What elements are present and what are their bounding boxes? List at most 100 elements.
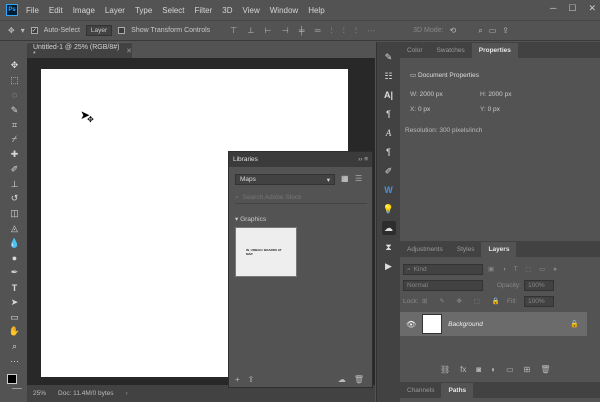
- lasso-tool-icon[interactable]: ◌: [8, 90, 22, 102]
- marquee-tool-icon[interactable]: ⬚: [8, 75, 22, 87]
- adjust-sliders-icon[interactable]: ☷: [382, 69, 396, 83]
- link-icon[interactable]: ⛓: [440, 365, 450, 374]
- close-tab-icon[interactable]: ✕: [126, 47, 132, 55]
- menu-layer[interactable]: Layer: [105, 6, 125, 15]
- tab-layers[interactable]: Layers: [481, 242, 517, 257]
- minimize-icon[interactable]: ─: [550, 3, 556, 14]
- h-value[interactable]: 2000 px: [488, 91, 511, 98]
- trash-icon[interactable]: 🗑: [540, 365, 550, 374]
- brush-settings-icon[interactable]: ✐: [382, 164, 396, 178]
- zoom-tool-icon[interactable]: ⌕: [8, 341, 22, 353]
- fx-icon[interactable]: fx: [460, 365, 466, 374]
- brushes-icon[interactable]: W: [382, 183, 396, 197]
- tab-paths[interactable]: Paths: [441, 383, 474, 398]
- stock-search-input[interactable]: ⌕ Search Adobe Stock: [235, 192, 367, 204]
- blend-mode-select[interactable]: Normal: [403, 280, 483, 291]
- menu-edit[interactable]: Edit: [49, 6, 63, 15]
- library-select[interactable]: Maps ▾: [235, 174, 335, 185]
- dodge-tool-icon[interactable]: ●: [8, 252, 22, 264]
- layer-name[interactable]: Background: [448, 321, 483, 328]
- eraser-tool-icon[interactable]: ◫: [8, 208, 22, 220]
- play-icon[interactable]: ▶: [382, 259, 396, 273]
- 3d-rotate-icon[interactable]: ⟲: [450, 26, 457, 35]
- layer-filter-select[interactable]: ⌕ Kind: [403, 264, 483, 275]
- color-swatches[interactable]: [6, 374, 23, 390]
- clone-stamp-tool-icon[interactable]: ⊥: [8, 178, 22, 190]
- workspace-icon[interactable]: ▭: [489, 26, 497, 35]
- trash-icon[interactable]: 🗑: [354, 375, 364, 384]
- menu-file[interactable]: File: [26, 6, 39, 15]
- x-value[interactable]: 0 px: [418, 106, 430, 113]
- blur-tool-icon[interactable]: 💧: [8, 237, 22, 249]
- tab-swatches[interactable]: Swatches: [430, 43, 472, 58]
- tab-color[interactable]: Color: [400, 43, 430, 58]
- menu-select[interactable]: Select: [162, 6, 184, 15]
- tab-styles[interactable]: Styles: [450, 242, 482, 257]
- eye-icon[interactable]: 👁: [406, 320, 416, 329]
- menu-view[interactable]: View: [243, 6, 260, 15]
- auto-select-checkbox[interactable]: ✓: [30, 27, 38, 34]
- adjustment-icon[interactable]: ◐: [491, 365, 496, 374]
- share-icon[interactable]: ⇪: [502, 26, 509, 35]
- menu-type[interactable]: Type: [135, 6, 152, 15]
- pen-tool-icon[interactable]: ✒: [8, 267, 22, 279]
- creative-cloud-icon[interactable]: ☁: [338, 375, 346, 384]
- more-tools-icon[interactable]: ⋯: [8, 356, 22, 368]
- grid-view-icon[interactable]: ▦: [341, 174, 349, 183]
- type-tool-icon[interactable]: T: [8, 282, 22, 294]
- move-tool-icon[interactable]: ✥: [8, 60, 22, 72]
- menu-window[interactable]: Window: [270, 6, 298, 15]
- foreground-color-swatch[interactable]: [6, 374, 17, 385]
- glyphs-icon[interactable]: A: [382, 126, 396, 140]
- y-value[interactable]: 0 px: [488, 106, 500, 113]
- history-brush-tool-icon[interactable]: ↺: [8, 193, 22, 205]
- brush-tool-icon[interactable]: ✐: [8, 163, 22, 175]
- character-icon[interactable]: A|: [382, 88, 396, 102]
- graphics-section-header[interactable]: ▾ Graphics: [235, 215, 266, 223]
- eyedropper-tool-icon[interactable]: ⌿: [8, 134, 22, 146]
- w-value[interactable]: 2000 px: [420, 91, 443, 98]
- history-icon[interactable]: ✎: [382, 50, 396, 64]
- zoom-level[interactable]: 25%: [33, 390, 46, 397]
- menu-3d[interactable]: 3D: [222, 6, 232, 15]
- lock-icons[interactable]: ⊞ ✎ ✥ ⬚ 🔒: [422, 297, 505, 305]
- menu-filter[interactable]: Filter: [195, 6, 213, 15]
- quick-select-tool-icon[interactable]: ✎: [8, 104, 22, 116]
- distribute-icons[interactable]: ⫶ ⫶ ⫶ ⋯: [330, 26, 379, 36]
- libraries-icon[interactable]: ☁: [381, 221, 396, 235]
- menu-help[interactable]: Help: [308, 6, 324, 15]
- list-view-icon[interactable]: ☰: [355, 174, 362, 183]
- add-icon[interactable]: +: [235, 375, 240, 384]
- chevron-right-icon[interactable]: ›: [126, 390, 128, 397]
- crop-tool-icon[interactable]: ⌗: [8, 119, 22, 131]
- tab-adjustments[interactable]: Adjustments: [400, 242, 450, 257]
- hand-tool-icon[interactable]: ✋: [8, 326, 22, 338]
- tab-properties[interactable]: Properties: [471, 43, 518, 58]
- align-icons[interactable]: ⊤ ⊥ ⊢ ⊣ ╪ ═: [230, 26, 324, 35]
- document-tab[interactable]: Untitled-1 @ 25% (RGB/8#) * ✕: [27, 42, 132, 58]
- lightbulb-icon[interactable]: 💡: [382, 202, 396, 216]
- graphic-thumbnail[interactable]: IN_URBAN / BOARDS AT MAP: [235, 227, 297, 277]
- opacity-input[interactable]: 100%: [524, 280, 554, 291]
- chevron-down-icon[interactable]: ▾: [21, 26, 25, 35]
- rectangle-tool-icon[interactable]: ▭: [8, 311, 22, 323]
- healing-brush-tool-icon[interactable]: ✚: [8, 149, 22, 161]
- paragraph-icon[interactable]: ¶: [382, 107, 396, 121]
- libraries-tab[interactable]: Libraries: [233, 156, 258, 163]
- paint-bucket-tool-icon[interactable]: ◬: [8, 223, 22, 235]
- timeline-icon[interactable]: ⧗: [382, 240, 396, 254]
- show-transform-checkbox[interactable]: [118, 27, 126, 34]
- mask-icon[interactable]: ◙: [476, 365, 481, 374]
- layer-filter-icons[interactable]: ▣ ◑ T ⬚ ▭ ●: [488, 265, 560, 273]
- path-selection-tool-icon[interactable]: ➤: [8, 297, 22, 309]
- paragraph-styles-icon[interactable]: ¶: [382, 145, 396, 159]
- layer-row[interactable]: 👁 Background 🔒: [400, 312, 587, 336]
- fill-input[interactable]: 100%: [524, 296, 554, 307]
- close-icon[interactable]: ✕: [588, 3, 596, 14]
- maximize-icon[interactable]: ☐: [568, 3, 576, 14]
- upload-icon[interactable]: ⇪: [248, 375, 255, 384]
- search-icon[interactable]: ⌕: [478, 26, 482, 36]
- new-layer-icon[interactable]: ⊞: [524, 365, 531, 374]
- menu-image[interactable]: Image: [73, 6, 95, 15]
- panel-menu-icon[interactable]: ›› ≡: [358, 156, 368, 163]
